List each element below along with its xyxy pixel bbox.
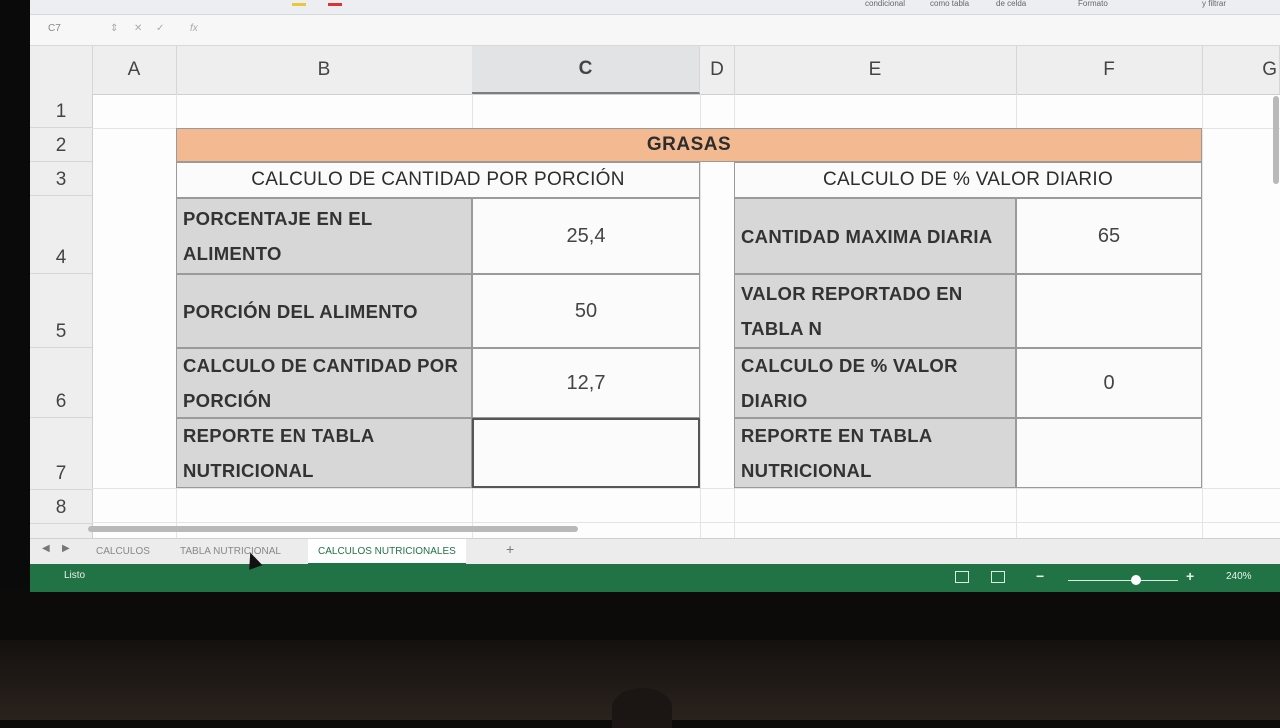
status-bar: Listo − + 240% <box>30 564 1280 592</box>
gridline <box>92 522 1280 523</box>
column-header-a[interactable]: A <box>92 46 177 94</box>
highlight-color-icon[interactable] <box>292 3 306 6</box>
normal-view-icon[interactable] <box>955 571 969 583</box>
add-sheet-button[interactable]: + <box>506 541 514 557</box>
column-header-b[interactable]: B <box>176 46 473 94</box>
horizontal-scrollbar[interactable] <box>88 526 578 532</box>
left-row-label-4[interactable]: REPORTE EN TABLA NUTRICIONAL <box>176 418 472 488</box>
zoom-level[interactable]: 240% <box>1226 571 1252 582</box>
right-row-value-3[interactable]: 0 <box>1016 348 1202 418</box>
row-header-3[interactable]: 3 <box>30 162 92 196</box>
ribbon-item-as-table[interactable]: como tabla <box>930 0 969 8</box>
zoom-slider[interactable] <box>1068 580 1178 581</box>
font-color-icon[interactable] <box>328 3 342 6</box>
right-row-value-4[interactable] <box>1016 418 1202 488</box>
zoom-slider-thumb[interactable] <box>1131 575 1141 585</box>
right-row-label-3[interactable]: CALCULO DE % VALOR DIARIO <box>734 348 1016 418</box>
column-header-g[interactable]: G <box>1202 46 1280 94</box>
vertical-scrollbar[interactable] <box>1273 96 1279 184</box>
confirm-icon[interactable]: ✓ <box>156 23 164 34</box>
right-row-value-2[interactable] <box>1016 274 1202 348</box>
ribbon-item-conditional[interactable]: condicional <box>865 0 905 8</box>
right-section-header: CALCULO DE % VALOR DIARIO <box>734 162 1202 198</box>
gridline <box>92 488 1280 489</box>
row-header-7[interactable]: 7 <box>30 418 92 490</box>
sheet-tab-calculos[interactable]: CALCULOS <box>86 539 160 563</box>
zoom-in-icon[interactable]: + <box>1186 568 1194 584</box>
formula-bar: C7 ⇕ ✕ ✓ fx <box>30 15 1280 46</box>
ribbon: condicional como tabla de celda Formato … <box>30 0 1280 15</box>
left-row-value-4-selected-cell[interactable] <box>472 418 700 488</box>
sheet-tab-tabla-nutricional[interactable]: TABLA NUTRICIONAL <box>170 539 291 563</box>
column-header-row: A B C D E F G <box>30 46 1280 95</box>
row-header-8[interactable]: 8 <box>30 490 92 524</box>
row-header-5[interactable]: 5 <box>30 274 92 348</box>
sheet-tab-bar: ◀ ▶ CALCULOS TABLA NUTRICIONAL CALCULOS … <box>30 538 1280 565</box>
left-row-value-3[interactable]: 12,7 <box>472 348 700 418</box>
row-header-6[interactable]: 6 <box>30 348 92 418</box>
worksheet-grid[interactable]: A B C D E F G 1 2 3 4 5 6 7 8 GRASAS CAL… <box>30 46 1280 538</box>
ribbon-item-cell[interactable]: de celda <box>996 0 1026 8</box>
ribbon-item-format[interactable]: Formato <box>1078 0 1108 8</box>
name-box-dropdown-icon[interactable]: ⇕ <box>110 23 118 34</box>
row-header-column: 1 2 3 4 5 6 7 8 <box>30 94 93 538</box>
ribbon-item-filter[interactable]: y filtrar <box>1202 0 1226 8</box>
apple-logo-icon <box>612 688 672 728</box>
right-row-label-4[interactable]: REPORTE EN TABLA NUTRICIONAL <box>734 418 1016 488</box>
previous-sheet-icon[interactable]: ◀ <box>42 543 50 554</box>
left-row-label-3[interactable]: CALCULO DE CANTIDAD POR PORCIÓN <box>176 348 472 418</box>
function-icon[interactable]: fx <box>190 23 198 34</box>
left-row-label-2[interactable]: PORCIÓN DEL ALIMENTO <box>176 274 472 348</box>
right-row-label-2[interactable]: VALOR REPORTADO EN TABLA N <box>734 274 1016 348</box>
zoom-out-icon[interactable]: − <box>1036 568 1044 584</box>
column-header-c[interactable]: C <box>472 46 700 94</box>
left-section-header: CALCULO DE CANTIDAD POR PORCIÓN <box>176 162 700 198</box>
left-row-value-2[interactable]: 50 <box>472 274 700 348</box>
column-header-d[interactable]: D <box>700 46 735 94</box>
right-row-label-1[interactable]: CANTIDAD MAXIMA DIARIA <box>734 198 1016 274</box>
name-box[interactable]: C7 <box>48 23 61 34</box>
row-header-1[interactable]: 1 <box>30 94 92 128</box>
table-title-banner: GRASAS <box>176 128 1202 162</box>
status-text: Listo <box>64 570 86 581</box>
gridline <box>1202 94 1203 538</box>
row-header-2[interactable]: 2 <box>30 128 92 162</box>
select-all-corner[interactable] <box>30 46 93 94</box>
row-header-4[interactable]: 4 <box>30 196 92 274</box>
next-sheet-icon[interactable]: ▶ <box>62 543 70 554</box>
left-row-value-1[interactable]: 25,4 <box>472 198 700 274</box>
page-layout-view-icon[interactable] <box>991 571 1005 583</box>
cancel-icon[interactable]: ✕ <box>134 23 142 34</box>
excel-window: condicional como tabla de celda Formato … <box>30 0 1280 592</box>
sheet-tab-calculos-nutricionales[interactable]: CALCULOS NUTRICIONALES <box>308 539 466 565</box>
left-row-label-1[interactable]: PORCENTAJE EN EL ALIMENTO <box>176 198 472 274</box>
column-header-f[interactable]: F <box>1016 46 1203 94</box>
right-row-value-1[interactable]: 65 <box>1016 198 1202 274</box>
column-header-e[interactable]: E <box>734 46 1017 94</box>
